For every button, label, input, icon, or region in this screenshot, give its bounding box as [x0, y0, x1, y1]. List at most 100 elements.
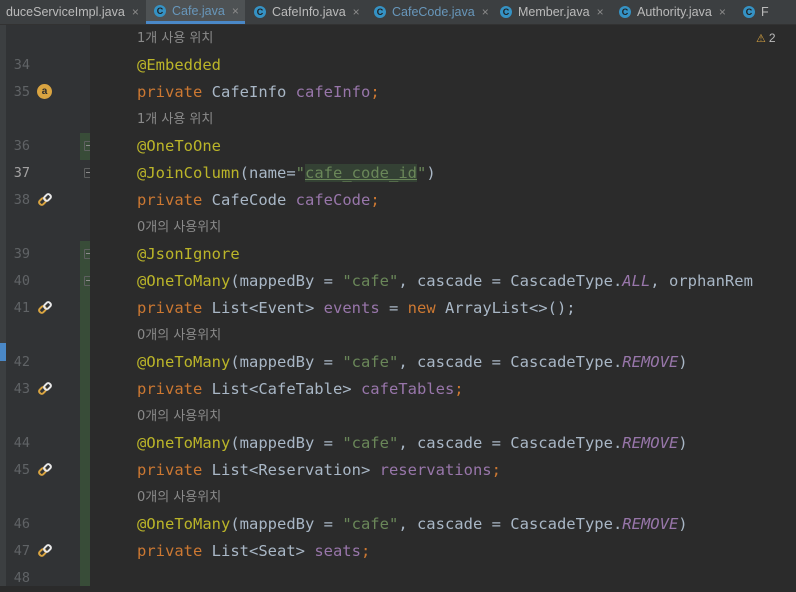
type: CafeCode [202, 191, 296, 209]
code-line-38: private CafeCode cafeCode; [137, 187, 380, 214]
editor-gutter: 34 35 36 37 38 39 40 41 42 43 44 45 46 4… [0, 25, 94, 586]
code-line-35: private CafeInfo cafeInfo; [137, 79, 380, 106]
keyword: private [137, 299, 203, 317]
bookmark-marker [0, 343, 6, 361]
inspection-warnings[interactable]: ⚠ 2 [756, 31, 776, 45]
code-text: , cascade = CascadeType. [398, 353, 623, 371]
class-icon: C [374, 6, 386, 18]
tab-cafe-code[interactable]: C CafeCode.java × [374, 0, 489, 24]
close-icon[interactable]: × [353, 5, 360, 19]
embedded-badge-icon[interactable]: a [37, 84, 52, 99]
change-marker-added [80, 241, 90, 586]
tab-label: F [761, 5, 769, 19]
field-name: cafeCode [295, 191, 371, 209]
class-icon: C [619, 6, 631, 18]
close-icon[interactable]: × [482, 5, 489, 19]
code-text: ) [678, 353, 688, 371]
class-icon: C [154, 4, 166, 17]
tab-member[interactable]: C Member.java × [500, 0, 604, 24]
enum-constant: ALL [622, 272, 651, 290]
annotation: @JoinColumn [137, 164, 240, 182]
annotation: @JsonIgnore [137, 245, 240, 263]
tab-label: CafeCode.java [392, 5, 475, 19]
annotation: @OneToOne [137, 137, 221, 155]
type: List<CafeTable> [202, 380, 361, 398]
usage-hint[interactable]: 1개 사용 위치 [137, 106, 213, 133]
code-line-39: @JsonIgnore [137, 241, 240, 268]
string-quote: " [416, 164, 427, 182]
code-line-44: @OneToMany(mappedBy = "cafe", cascade = … [137, 430, 688, 457]
string-literal: "cafe" [342, 515, 399, 533]
usage-hint[interactable]: 0개의 사용위치 [137, 403, 221, 430]
code-line-36: @OneToOne [137, 133, 221, 160]
code-line-43: private List<CafeTable> cafeTables; [137, 376, 464, 403]
tab-label: CafeInfo.java [272, 5, 346, 19]
keyword: private [137, 380, 203, 398]
code-line-42: @OneToMany(mappedBy = "cafe", cascade = … [137, 349, 688, 376]
keyword: private [137, 83, 203, 101]
tab-cafe-info[interactable]: C CafeInfo.java × [254, 0, 360, 24]
code-text: (mappedBy = [230, 434, 343, 452]
type: List<Reservation> [202, 461, 380, 479]
close-icon[interactable]: × [232, 4, 239, 18]
code-line-47: private List<Seat> seats; [137, 538, 370, 565]
field-name: reservations [379, 461, 492, 479]
enum-constant: REMOVE [622, 515, 679, 533]
keyword: new [407, 299, 436, 317]
left-tool-strip [0, 25, 6, 586]
class-icon: C [254, 6, 266, 18]
usage-hint[interactable]: 0개의 사용위치 [137, 214, 221, 241]
type: List<Seat> [202, 542, 315, 560]
tab-label: Authority.java [637, 5, 712, 19]
semicolon: ; [370, 191, 380, 209]
relation-link-icon[interactable] [38, 463, 52, 477]
semicolon: ; [360, 542, 371, 560]
enum-constant: REMOVE [622, 434, 679, 452]
tab-authority[interactable]: C Authority.java × [619, 0, 726, 24]
string-literal: "cafe" [342, 272, 399, 290]
tab-overflow[interactable]: C F [743, 0, 769, 24]
relation-link-icon[interactable] [38, 301, 52, 315]
keyword: private [137, 191, 203, 209]
relation-link-icon[interactable] [38, 544, 52, 558]
class-icon: C [500, 6, 512, 18]
code-text: , orphanRem [650, 272, 753, 290]
code-line-37: @JoinColumn(name="cafe_code_id") [137, 160, 436, 187]
type: List<Event> [202, 299, 324, 317]
close-icon[interactable]: × [132, 5, 139, 19]
relation-link-icon[interactable] [38, 193, 52, 207]
code-editor[interactable]: 1개 사용 위치 @Embedded private CafeInfo cafe… [90, 25, 796, 586]
code-text: , cascade = CascadeType. [398, 272, 623, 290]
field-name: events [323, 299, 380, 317]
code-line-41: private List<Event> events = new ArrayLi… [137, 295, 576, 322]
code-text: , cascade = CascadeType. [398, 434, 623, 452]
close-icon[interactable]: × [597, 5, 604, 19]
code-text: ArrayList<>(); [435, 299, 576, 317]
class-icon: C [743, 6, 755, 18]
code-line-34: @Embedded [137, 52, 221, 79]
annotation: @OneToMany [137, 272, 231, 290]
code-text: ) [426, 164, 436, 182]
relation-link-icon[interactable] [38, 382, 52, 396]
tab-label: Member.java [518, 5, 590, 19]
semicolon: ; [491, 461, 501, 479]
code-text: ) [678, 515, 688, 533]
tab-cafe[interactable]: C Cafe.java × [146, 0, 245, 24]
field-name: cafeInfo [295, 83, 371, 101]
field-name: seats [314, 542, 361, 560]
annotation: @OneToMany [137, 515, 231, 533]
usage-hint[interactable]: 0개의 사용위치 [137, 484, 221, 511]
semicolon: ; [454, 380, 464, 398]
tab-produce-service-impl[interactable]: duceServiceImpl.java × [0, 0, 139, 24]
keyword: private [137, 461, 203, 479]
code-text: (mappedBy = [230, 272, 343, 290]
code-text: , cascade = CascadeType. [398, 515, 623, 533]
code-line-45: private List<Reservation> reservations; [137, 457, 501, 484]
code-text: (name= [239, 164, 296, 182]
close-icon[interactable]: × [719, 5, 726, 19]
enum-constant: REMOVE [622, 353, 679, 371]
usage-hint[interactable]: 1개 사용 위치 [137, 25, 213, 52]
usage-hint[interactable]: 0개의 사용위치 [137, 322, 221, 349]
code-text: ) [678, 434, 688, 452]
annotation: @Embedded [137, 56, 221, 74]
